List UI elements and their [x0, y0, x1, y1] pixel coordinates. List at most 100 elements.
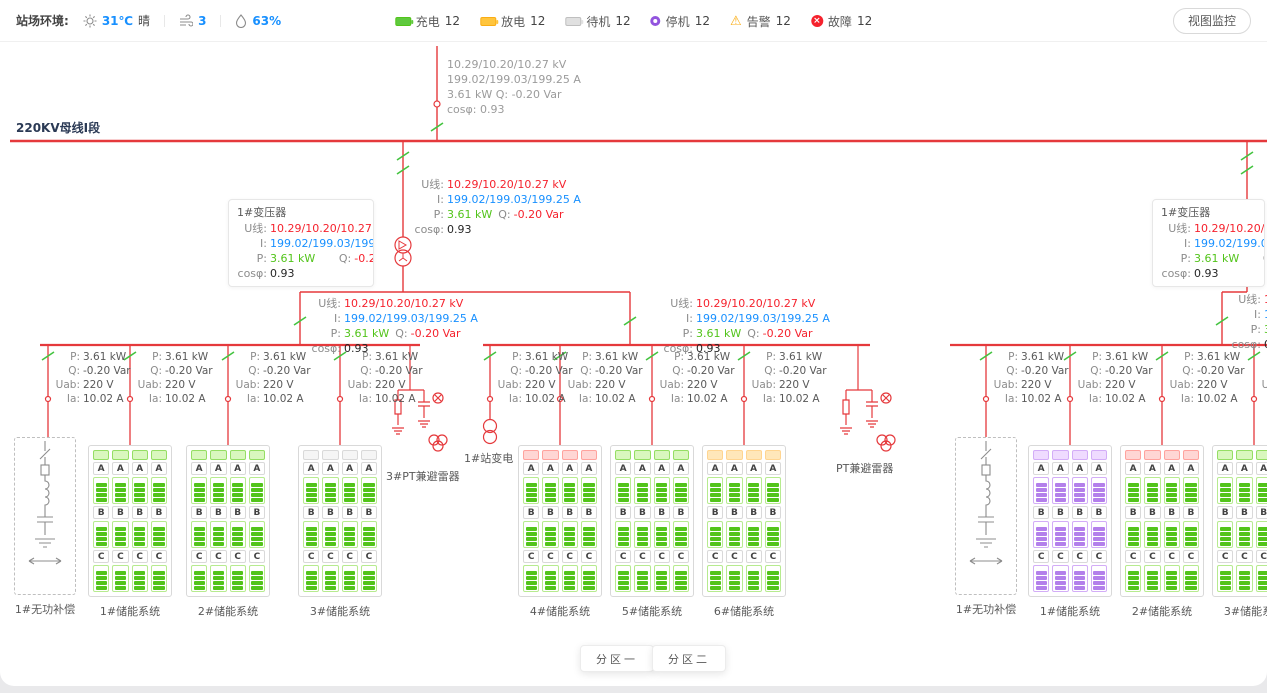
storage-system[interactable]: ABCABCABCABC3#储能系统 [298, 445, 382, 619]
battery-cell-a: A [1091, 462, 1107, 475]
power-row: P:3.61 kWQ:-0.20 Var [659, 326, 830, 341]
gauge-bar [767, 483, 778, 487]
gauge-bar [115, 527, 126, 531]
battery-status-cell [1236, 450, 1252, 460]
battery-cell-b: B [581, 506, 597, 519]
battery-gauge [1072, 521, 1088, 548]
branch-measurements: U线:10.29/10.20/10.27 kVI:199.02/199.03/1… [307, 296, 478, 356]
gauge-bar [1185, 542, 1196, 546]
battery-cell-b: B [707, 506, 723, 519]
gauge-bar [1258, 537, 1267, 541]
legend-fault[interactable]: ×故障12 [811, 13, 872, 30]
reactive-compensation[interactable]: 1#无功补偿 [14, 437, 76, 617]
compensation-box [14, 437, 76, 595]
battery-status-cell [1033, 450, 1049, 460]
view-monitor-button[interactable]: 视图监控 [1173, 8, 1251, 34]
gauge-bar [251, 542, 262, 546]
storage-system[interactable]: ABCABCABCABC5#储能系统 [610, 445, 694, 619]
storage-system[interactable]: ABCABCABCABC1#储能系统 [88, 445, 172, 619]
battery-cell-a: A [581, 462, 597, 475]
legend-alarm[interactable]: ⚠告警12 [730, 13, 791, 30]
gauge-bar [1093, 483, 1104, 487]
gauge-bar [545, 571, 556, 575]
feeder-measure-row: P:3.61 kW [1076, 350, 1153, 364]
battery-gauge [230, 477, 246, 504]
gauge-bar [344, 571, 355, 575]
battery-gauge [673, 477, 689, 504]
gauge-bar [526, 493, 537, 497]
gauge-bar [637, 483, 648, 487]
battery-cell-b: B [634, 506, 650, 519]
zone-one-button[interactable]: 分区一 [580, 645, 654, 672]
gauge-bar [325, 498, 336, 502]
feeder-measurements: P:3.61 kWQ:-0.20 VarUab:220 VIa:10.02 A [496, 350, 573, 406]
gauge-bar [325, 581, 336, 585]
battery-cell-b: B [1125, 506, 1141, 519]
feeder-measure-row: Ia:10.02 A [234, 392, 311, 406]
gauge-bar [545, 532, 556, 536]
gauge-bar [1185, 571, 1196, 575]
gauge-bar [545, 527, 556, 531]
storage-system[interactable]: ABCABCABCABC1#储能系统 [1028, 445, 1112, 619]
zone-two-button[interactable]: 分区二 [652, 645, 726, 672]
feeder-measurements: P:3.61 kWQ:-0.20 VarUab:220 VIa:10.02 A [136, 350, 213, 406]
feeder-measure-row: P:3.61 kW [1260, 350, 1267, 364]
gauge-bar [344, 532, 355, 536]
gauge-bar [153, 532, 164, 536]
battery-gauge [1164, 477, 1180, 504]
battery-gauge [151, 521, 167, 548]
storage-system[interactable]: ABCABCABCABC2#储能系统 [186, 445, 270, 619]
battery-gauge [1164, 521, 1180, 548]
gauge-bar [1036, 527, 1047, 531]
gauge-bar [363, 586, 374, 590]
feeder-measure-row: Ia:10.02 A [750, 392, 827, 406]
storage-system[interactable]: ABCABCABCABC6#储能系统 [702, 445, 786, 619]
gauge-bar [1220, 527, 1231, 531]
gauge-bar [1166, 581, 1177, 585]
gauge-bar [656, 493, 667, 497]
gauge-bar [748, 527, 759, 531]
gauge-bar [306, 532, 317, 536]
battery-cell-a: A [191, 462, 207, 475]
gauge-bar [134, 532, 145, 536]
legend-charge[interactable]: 充电12 [395, 13, 460, 30]
legend-discharge[interactable]: 放电12 [480, 13, 545, 30]
battery-cell-b: B [132, 506, 148, 519]
wind-item: 3 [179, 14, 206, 28]
gauge-bar [710, 586, 721, 590]
battery-gauge [1091, 565, 1107, 592]
storage-system[interactable]: ABCABCABCABC3#储能系统 [1212, 445, 1267, 619]
legend-label: 放电 [501, 13, 525, 30]
gauge-bar [656, 576, 667, 580]
legend-standby[interactable]: 待机12 [565, 13, 630, 30]
gauge-bar [232, 532, 243, 536]
gauge-bar [729, 483, 740, 487]
gauge-bar [526, 581, 537, 585]
gauge-bar [1220, 493, 1231, 497]
reactive-compensation[interactable]: 1#无功补偿 [955, 437, 1017, 617]
legend-stopped[interactable]: 停机12 [651, 13, 710, 30]
storage-system[interactable]: ABCABCABCABC2#储能系统 [1120, 445, 1204, 619]
battery-cell-c: C [542, 550, 558, 563]
gauge-bar [710, 542, 721, 546]
gauge-bar [1093, 576, 1104, 580]
storage-system-label: 2#储能系统 [1120, 603, 1204, 619]
legend-count: 12 [776, 14, 791, 28]
battery-gauge [726, 521, 742, 548]
battery-cell-a: A [562, 462, 578, 475]
battery-gauge [1164, 565, 1180, 592]
feeder-measure-row: Uab:220 V [1260, 378, 1267, 392]
battery-cell-a: A [93, 462, 109, 475]
gauge-bar [1128, 542, 1139, 546]
gauge-bar [213, 537, 224, 541]
battery-status-cell [1256, 450, 1267, 460]
battery-gauge [746, 477, 762, 504]
gauge-bar [675, 488, 686, 492]
battery-cell-c: C [746, 550, 762, 563]
battery-cell-c: C [1052, 550, 1068, 563]
gauge-bar [134, 571, 145, 575]
storage-system[interactable]: ABCABCABCABC4#储能系统 [518, 445, 602, 619]
gauge-bar [1258, 576, 1267, 580]
gauge-bar [1258, 483, 1267, 487]
gauge-bar [583, 537, 594, 541]
